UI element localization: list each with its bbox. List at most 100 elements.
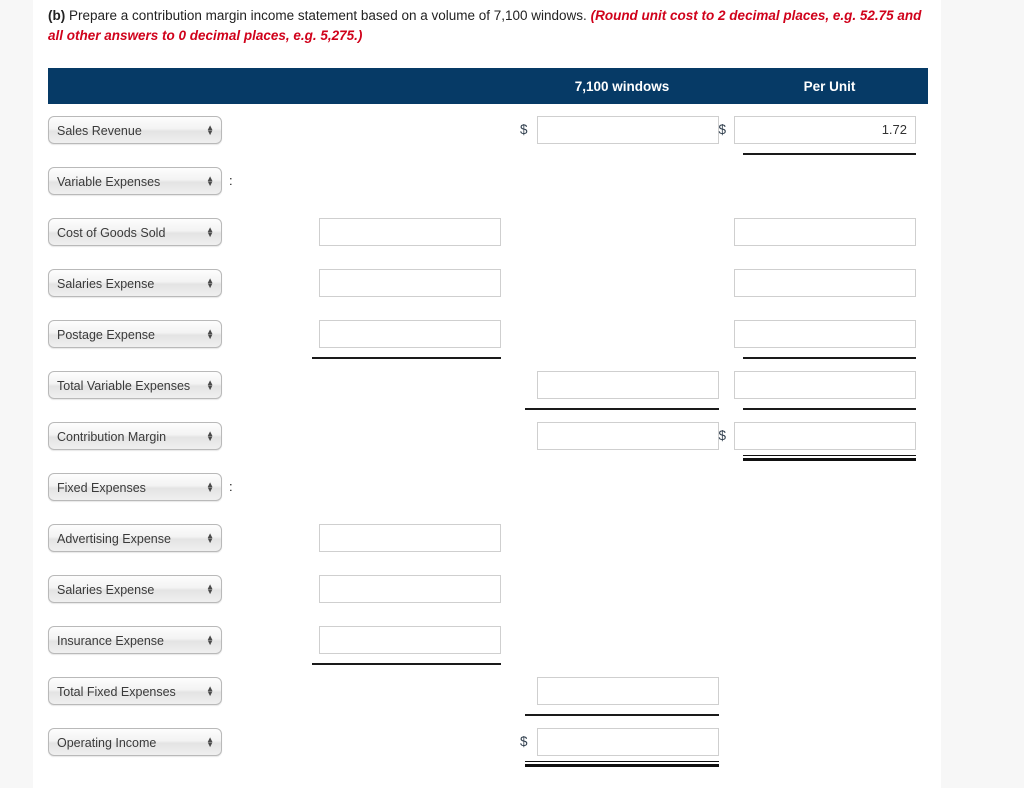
contribution-margin-statement: 7,100 windows Per Unit Sales Revenue ▲ ▼ $ $… bbox=[48, 68, 928, 767]
header-account-col bbox=[48, 68, 300, 104]
account-select[interactable]: Salaries Expense ▲ ▼ bbox=[48, 574, 222, 603]
per-unit-amount-currency-symbol: $ bbox=[718, 122, 726, 137]
account-colon: : bbox=[229, 173, 233, 188]
account-select-value: Salaries Expense bbox=[57, 582, 155, 597]
account-select[interactable]: Insurance Expense ▲ ▼ bbox=[48, 625, 222, 654]
volume-amount-cell bbox=[513, 665, 731, 716]
account-select[interactable]: Cost of Goods Sold ▲ ▼ bbox=[48, 217, 222, 246]
stepper-arrows-icon[interactable]: ▲ ▼ bbox=[206, 735, 214, 748]
account-label-cell: Advertising Expense ▲ ▼ bbox=[48, 512, 300, 563]
stepper-arrows-icon[interactable]: ▲ ▼ bbox=[206, 174, 214, 188]
account-select-value: Cost of Goods Sold bbox=[57, 225, 166, 240]
chevron-down-icon: ▼ bbox=[206, 484, 214, 494]
detail-amount-input[interactable] bbox=[319, 523, 501, 552]
volume-amount-cell bbox=[513, 410, 731, 461]
statement-row: Salaries Expense ▲ ▼ bbox=[48, 563, 928, 614]
statement-body: Sales Revenue ▲▼ $ $ Variable Expenses ▲▼: Cos… bbox=[48, 104, 928, 767]
statement-row: Advertising Expense ▲ ▼ bbox=[48, 512, 928, 563]
detail-amount-input[interactable] bbox=[319, 319, 501, 348]
per-unit-amount-input[interactable] bbox=[734, 319, 916, 348]
stepper-arrows-icon[interactable]: ▲ ▼ bbox=[206, 123, 214, 136]
question-text: Prepare a contribution margin income sta… bbox=[69, 8, 587, 23]
detail-amount-input[interactable] bbox=[319, 574, 501, 603]
volume-amount-cell bbox=[513, 614, 731, 665]
account-select[interactable]: Variable Expenses ▲ ▼ bbox=[48, 166, 222, 195]
account-select-value: Total Variable Expenses bbox=[57, 378, 191, 393]
per-unit-amount-cell bbox=[731, 308, 928, 359]
chevron-down-icon: ▼ bbox=[206, 178, 214, 188]
header-volume-col: 7,100 windows bbox=[574, 78, 670, 94]
account-select[interactable]: Advertising Expense ▲ ▼ bbox=[48, 523, 222, 552]
volume-amount-cell bbox=[513, 257, 731, 308]
volume-amount-input[interactable] bbox=[537, 115, 719, 144]
per-unit-amount-input[interactable] bbox=[734, 370, 916, 399]
volume-amount-currency-symbol: $ bbox=[520, 734, 528, 749]
question-part-label: (b) bbox=[48, 8, 66, 23]
account-select[interactable]: Operating Income ▲ ▼ bbox=[48, 727, 222, 756]
statement-row: Cost of Goods Sold ▲ ▼ bbox=[48, 206, 928, 257]
detail-amount-input[interactable] bbox=[319, 217, 501, 246]
stepper-arrows-icon[interactable]: ▲ ▼ bbox=[206, 480, 214, 494]
account-select[interactable]: Fixed Expenses ▲ ▼ bbox=[48, 472, 222, 501]
stepper-arrows-icon[interactable]: ▲ ▼ bbox=[206, 633, 214, 647]
per-unit-amount-cell bbox=[731, 665, 928, 716]
volume-amount-cell: $ bbox=[513, 716, 731, 767]
statement-row: Total Fixed Expenses ▲ ▼ bbox=[48, 665, 928, 716]
stepper-arrows-icon[interactable]: ▲ ▼ bbox=[206, 582, 214, 596]
detail-amount-cell bbox=[300, 665, 513, 716]
stepper-arrows-icon[interactable]: ▲ ▼ bbox=[206, 531, 214, 545]
account-select-value: Salaries Expense bbox=[57, 276, 155, 291]
account-select[interactable]: Total Fixed Expenses ▲ ▼ bbox=[48, 676, 222, 705]
volume-amount-input[interactable] bbox=[537, 421, 719, 450]
volume-amount-cell bbox=[513, 461, 731, 512]
account-select-value: Operating Income bbox=[57, 735, 157, 750]
header-row: 7,100 windows Per Unit bbox=[48, 68, 928, 104]
account-label-cell: Salaries Expense ▲ ▼ bbox=[48, 563, 300, 614]
per-unit-amount-input[interactable] bbox=[734, 115, 916, 144]
chevron-down-icon: ▼ bbox=[206, 331, 214, 341]
detail-amount-input[interactable] bbox=[319, 268, 501, 297]
volume-amount-cell bbox=[513, 563, 731, 614]
account-label-cell: Insurance Expense ▲ ▼ bbox=[48, 614, 300, 665]
account-select[interactable]: Sales Revenue ▲ ▼ bbox=[48, 115, 222, 144]
per-unit-amount-cell bbox=[731, 359, 928, 410]
per-unit-amount-cell bbox=[731, 563, 928, 614]
account-select[interactable]: Contribution Margin ▲ ▼ bbox=[48, 421, 222, 450]
account-select-value: Contribution Margin bbox=[57, 429, 167, 444]
account-select[interactable]: Total Variable Expenses ▲ ▼ bbox=[48, 370, 222, 399]
stepper-arrows-icon[interactable]: ▲ ▼ bbox=[206, 429, 214, 442]
volume-amount-input[interactable] bbox=[537, 727, 719, 756]
chevron-down-icon: ▼ bbox=[206, 229, 214, 239]
account-select-value: Total Fixed Expenses bbox=[57, 684, 176, 699]
chevron-down-icon: ▼ bbox=[206, 535, 214, 545]
stepper-arrows-icon[interactable]: ▲ ▼ bbox=[206, 225, 214, 239]
stepper-arrows-icon[interactable]: ▲ ▼ bbox=[206, 327, 214, 341]
chevron-down-icon: ▼ bbox=[206, 637, 214, 647]
volume-amount-input[interactable] bbox=[537, 676, 719, 705]
stepper-arrows-icon[interactable]: ▲ ▼ bbox=[206, 378, 214, 391]
per-unit-amount-input[interactable] bbox=[734, 421, 916, 450]
statement-row: Fixed Expenses ▲ ▼: bbox=[48, 461, 928, 512]
account-select-value: Insurance Expense bbox=[57, 633, 165, 648]
account-select-value: Fixed Expenses bbox=[57, 480, 146, 495]
per-unit-amount-cell bbox=[731, 206, 928, 257]
detail-amount-input[interactable] bbox=[319, 625, 501, 654]
per-unit-amount-cell bbox=[731, 461, 928, 512]
statement-row: Sales Revenue ▲ ▼ $ $ bbox=[48, 104, 928, 155]
detail-amount-cell bbox=[300, 512, 513, 563]
chevron-down-icon: ▼ bbox=[206, 586, 214, 596]
per-unit-amount-input[interactable] bbox=[734, 217, 916, 246]
account-select[interactable]: Postage Expense ▲ ▼ bbox=[48, 319, 222, 348]
volume-amount-input[interactable] bbox=[537, 370, 719, 399]
per-unit-amount-cell bbox=[731, 512, 928, 563]
account-select-value: Sales Revenue bbox=[57, 123, 142, 138]
stepper-arrows-icon[interactable]: ▲ ▼ bbox=[206, 276, 214, 289]
volume-amount-cell bbox=[513, 512, 731, 563]
header-detail-col bbox=[300, 68, 513, 104]
statement-row: Variable Expenses ▲ ▼: bbox=[48, 155, 928, 206]
per-unit-amount-input[interactable] bbox=[734, 268, 916, 297]
per-unit-amount-cell bbox=[731, 257, 928, 308]
volume-amount-cell bbox=[513, 155, 731, 206]
stepper-arrows-icon[interactable]: ▲ ▼ bbox=[206, 684, 214, 697]
account-select[interactable]: Salaries Expense ▲ ▼ bbox=[48, 268, 222, 297]
